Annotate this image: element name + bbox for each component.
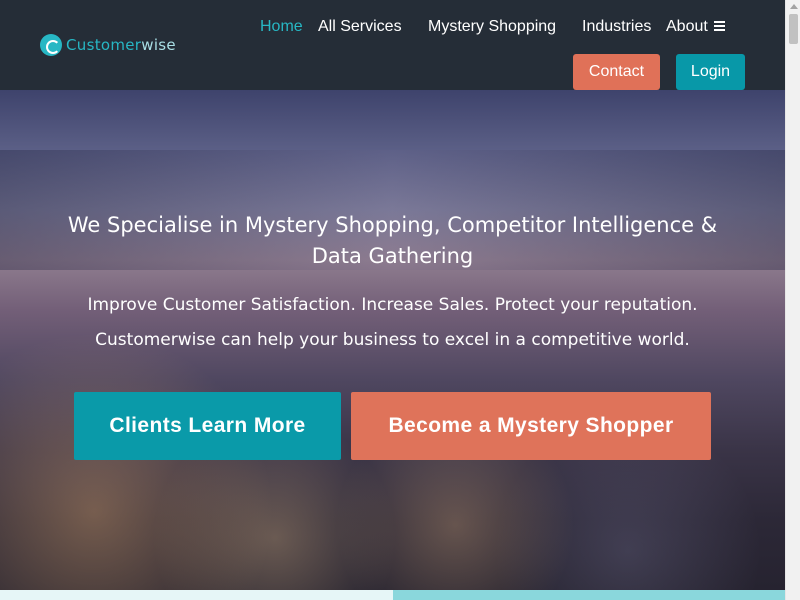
scroll-up-arrow-icon[interactable] bbox=[790, 4, 798, 9]
hero-title: We Specialise in Mystery Shopping, Compe… bbox=[67, 213, 718, 268]
hamburger-icon bbox=[713, 20, 725, 31]
vertical-scrollbar[interactable] bbox=[785, 0, 800, 600]
site-header: Customerwise Home All Services Mystery S… bbox=[0, 0, 785, 90]
nav-about-label: About bbox=[666, 18, 708, 35]
section-strip-right bbox=[393, 590, 785, 600]
logo-c-icon bbox=[40, 34, 62, 56]
hero-tagline: Improve Customer Satisfaction. Increase … bbox=[87, 295, 698, 315]
contact-button[interactable]: Contact bbox=[573, 54, 660, 90]
clients-learn-more-button[interactable]: Clients Learn More bbox=[74, 392, 341, 460]
become-mystery-shopper-button[interactable]: Become a Mystery Shopper bbox=[351, 392, 711, 460]
nav-about[interactable]: About bbox=[666, 17, 725, 37]
nav-all-services[interactable]: All Services bbox=[318, 17, 402, 37]
hero-section: We Specialise in Mystery Shopping, Compe… bbox=[0, 90, 785, 590]
nav-industries[interactable]: Industries bbox=[582, 17, 651, 37]
section-strip-left bbox=[0, 590, 393, 600]
login-button[interactable]: Login bbox=[676, 54, 745, 90]
hero-subtext: Customerwise can help your business to e… bbox=[95, 330, 690, 350]
nav-mystery-shopping[interactable]: Mystery Shopping bbox=[428, 17, 556, 37]
nav-home[interactable]: Home bbox=[260, 17, 303, 37]
scroll-thumb[interactable] bbox=[789, 14, 798, 44]
main-nav: Home All Services Mystery Shopping Indus… bbox=[0, 17, 785, 37]
logo-wordmark: Customerwise bbox=[66, 36, 176, 54]
